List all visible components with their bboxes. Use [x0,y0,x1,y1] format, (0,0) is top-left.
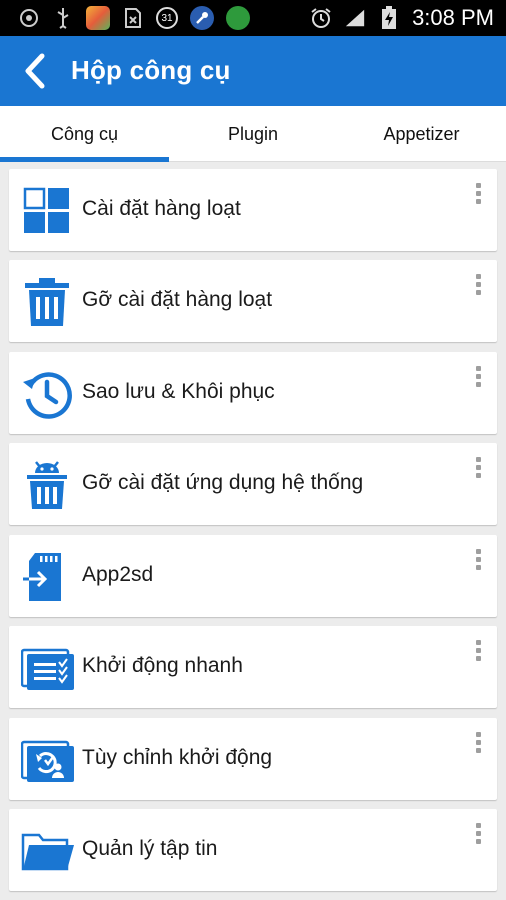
tool-item-app2sd[interactable]: App2sd [9,535,497,617]
batch-install-icon [21,185,73,237]
app-icon [86,6,110,30]
app2sd-icon [21,551,73,603]
tool-label: Gỡ cài đặt hàng loạt [82,288,273,311]
tool-item-backup-restore[interactable]: Sao lưu & Khôi phục [9,352,497,434]
tool-label: Quản lý tập tin [82,837,218,860]
tab-indicator [0,157,169,162]
wrench-icon [190,6,214,30]
status-bar: 31 3:08 PM [0,0,506,36]
back-arrow-icon[interactable] [18,50,52,92]
tool-item-batch-install[interactable]: Cài đặt hàng loạt [9,169,497,251]
system-app-uninstall-icon [21,459,73,511]
tool-label: Khởi động nhanh [82,654,243,677]
calendar-badge: 31 [161,12,173,24]
tab-cong-cu[interactable]: Công cụ [0,106,169,162]
backup-restore-icon [21,368,73,420]
overflow-menu-icon[interactable] [469,823,487,849]
tab-bar: Công cụ Plugin Appetizer [0,106,506,162]
overflow-menu-icon[interactable] [469,183,487,209]
overflow-menu-icon[interactable] [469,732,487,758]
usb-icon [52,7,74,29]
tool-item-quick-boot[interactable]: Khởi động nhanh [9,626,497,708]
overflow-menu-icon[interactable] [469,457,487,483]
tool-label: Gỡ cài đặt ứng dụng hệ thống [82,471,364,494]
overflow-menu-icon[interactable] [469,366,487,392]
calendar-icon: 31 [156,7,178,29]
tool-label: Cài đặt hàng loạt [82,197,241,220]
overflow-menu-icon[interactable] [469,274,487,300]
quick-boot-icon [20,642,74,694]
alarm-icon [310,7,332,29]
tool-item-system-app-uninstall[interactable]: Gỡ cài đặt ứng dụng hệ thống [9,443,497,525]
battery-charging-icon [378,6,400,29]
tool-label: Tùy chỉnh khởi động [82,746,273,769]
tool-item-file-manager[interactable]: Quản lý tập tin [9,809,497,891]
tool-item-batch-uninstall[interactable]: Gỡ cài đặt hàng loạt [9,260,497,342]
status-time: 3:08 PM [412,5,494,30]
tab-appetizer[interactable]: Appetizer [337,106,506,162]
overflow-menu-icon[interactable] [469,640,487,666]
file-manager-icon [21,825,74,877]
boot-customize-icon [20,734,74,786]
signal-icon [344,7,366,29]
tool-label: App2sd [82,563,154,586]
games-icon [226,6,250,30]
app-bar: Hộp công cụ [0,36,506,106]
page-title: Hộp công cụ [71,55,231,85]
tool-item-boot-customize[interactable]: Tùy chỉnh khởi động [9,718,497,800]
android-debug-icon [18,7,40,29]
tool-label: Sao lưu & Khôi phục [82,380,275,403]
tab-plugin[interactable]: Plugin [169,106,337,162]
batch-uninstall-icon [21,276,73,328]
overflow-menu-icon[interactable] [469,549,487,575]
sim-icon [122,7,144,29]
